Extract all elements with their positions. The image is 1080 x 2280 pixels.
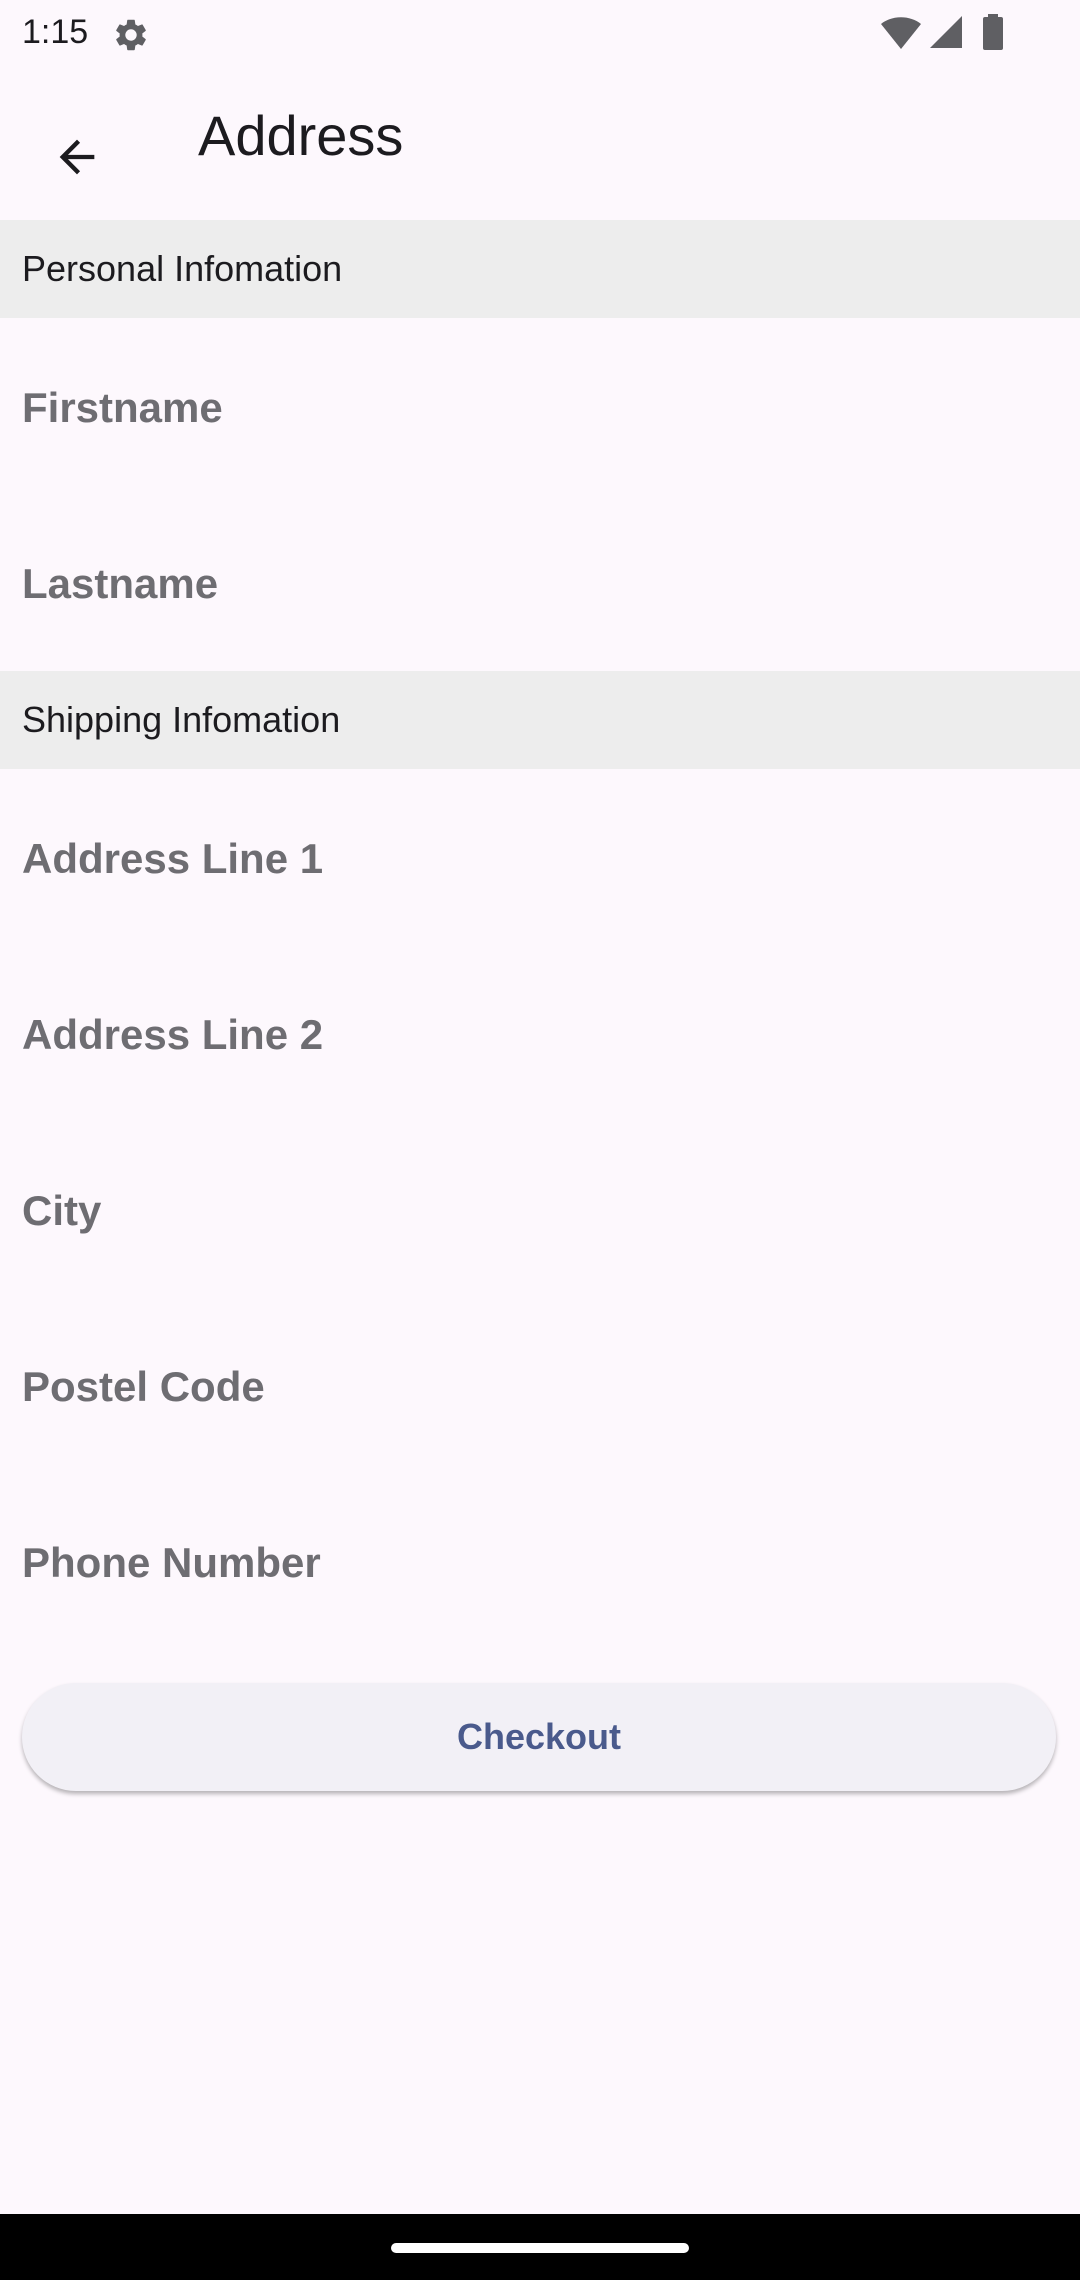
address-line-2-field[interactable]	[22, 947, 1058, 1123]
firstname-field-container	[0, 320, 1080, 496]
app-bar: Address	[0, 66, 1080, 220]
section-header-shipping: Shipping Infomation	[0, 671, 1080, 769]
gear-icon	[116, 19, 146, 51]
lastname-field-container	[0, 496, 1080, 672]
wifi-icon	[881, 17, 921, 49]
checkout-button-label: Checkout	[456, 1716, 622, 1757]
city-field-container	[0, 1123, 1080, 1299]
back-button[interactable]	[32, 112, 122, 202]
firstname-field[interactable]	[22, 320, 1058, 496]
battery-icon	[983, 14, 1003, 50]
address-line-1-field[interactable]	[22, 771, 1058, 947]
home-gesture-handle[interactable]	[391, 2243, 689, 2253]
address1-field-container	[0, 771, 1080, 947]
postal-code-field-container	[0, 1299, 1080, 1475]
address2-field-container	[0, 947, 1080, 1123]
section-title-personal: Personal Infomation	[22, 248, 343, 289]
section-title-shipping: Shipping Infomation	[22, 699, 341, 740]
page-title: Address	[198, 104, 404, 167]
city-field[interactable]	[22, 1123, 1058, 1299]
phone-number-field-container	[0, 1475, 1080, 1651]
status-bar: 1:15	[0, 0, 1080, 66]
status-time: 1:15	[22, 13, 89, 51]
lastname-field[interactable]	[22, 496, 1058, 672]
signal-icon	[930, 16, 962, 48]
navigation-bar	[0, 2214, 1080, 2280]
arrow-back-icon	[59, 139, 95, 175]
section-header-personal: Personal Infomation	[0, 220, 1080, 318]
checkout-button[interactable]: Checkout	[22, 1683, 1056, 1791]
phone-number-field[interactable]	[22, 1475, 1058, 1651]
postal-code-field[interactable]	[22, 1299, 1058, 1475]
